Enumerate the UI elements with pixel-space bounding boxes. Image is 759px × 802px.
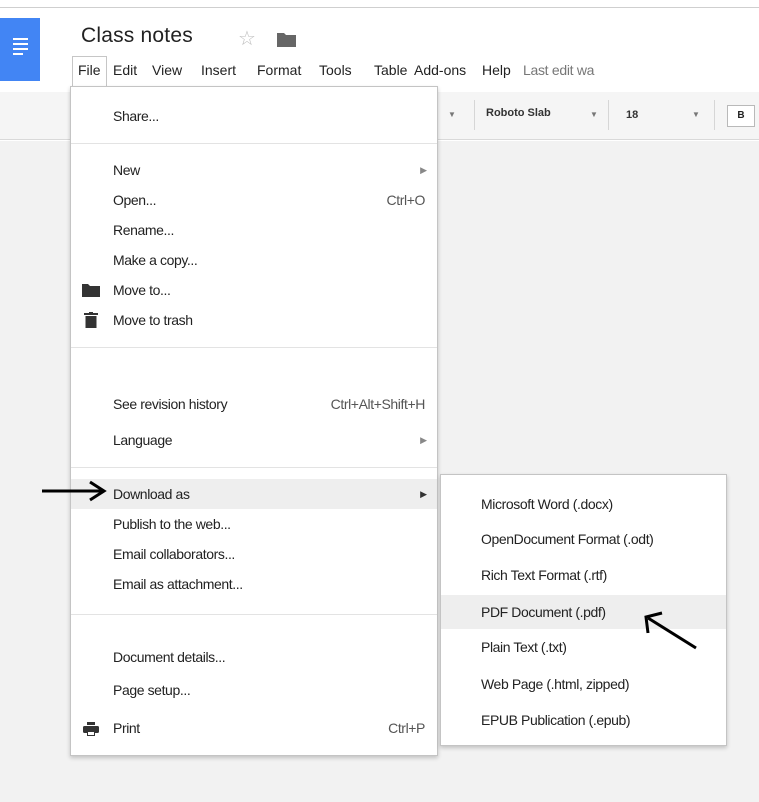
menu-help[interactable]: Help bbox=[477, 56, 516, 84]
submenu-arrow-icon: ▶ bbox=[420, 165, 427, 175]
chevron-down-icon[interactable]: ▼ bbox=[692, 110, 700, 119]
folder-icon[interactable] bbox=[277, 32, 296, 47]
toolbar-divider bbox=[474, 100, 475, 130]
file-menu-email-collaborators[interactable]: Email collaborators... bbox=[71, 539, 437, 569]
annotation-arrow-right-icon bbox=[42, 480, 107, 502]
menu-divider bbox=[71, 614, 437, 615]
download-odt[interactable]: OpenDocument Format (.odt) bbox=[441, 522, 726, 556]
download-docx[interactable]: Microsoft Word (.docx) bbox=[441, 487, 726, 521]
file-menu-move-to-trash[interactable]: Move to trash bbox=[71, 305, 437, 335]
file-menu-move-to[interactable]: Move to... bbox=[71, 275, 437, 305]
file-menu-download-as[interactable]: Download as ▶ bbox=[71, 479, 437, 509]
menu-divider bbox=[71, 347, 437, 348]
menu-file[interactable]: File bbox=[72, 56, 107, 86]
menu-table[interactable]: Table bbox=[369, 56, 412, 84]
file-menu-print[interactable]: Print Ctrl+P bbox=[71, 713, 437, 743]
menu-tools[interactable]: Tools bbox=[314, 56, 357, 84]
font-size-select[interactable]: 18 bbox=[626, 109, 638, 121]
download-html[interactable]: Web Page (.html, zipped) bbox=[441, 667, 726, 701]
document-title[interactable]: Class notes bbox=[81, 24, 193, 48]
file-menu-page-setup[interactable]: Page setup... bbox=[71, 675, 437, 705]
last-edit-status[interactable]: Last edit wa bbox=[518, 56, 599, 84]
bold-button[interactable]: B bbox=[727, 105, 755, 127]
file-menu-new[interactable]: New ▶ bbox=[71, 155, 437, 185]
file-menu-language[interactable]: Language ▶ bbox=[71, 425, 437, 455]
chevron-down-icon[interactable]: ▼ bbox=[448, 110, 456, 119]
docs-header: Class notes ☆ File Edit View Insert Form… bbox=[0, 8, 759, 92]
download-epub[interactable]: EPUB Publication (.epub) bbox=[441, 703, 726, 737]
file-menu-share[interactable]: Share... bbox=[71, 101, 437, 131]
annotation-arrow-up-left-icon bbox=[644, 611, 697, 650]
file-menu-document-details[interactable]: Document details... bbox=[71, 642, 437, 672]
trash-icon bbox=[84, 312, 98, 328]
submenu-arrow-icon: ▶ bbox=[420, 435, 427, 445]
folder-icon bbox=[82, 284, 100, 297]
menu-view[interactable]: View bbox=[147, 56, 187, 84]
file-menu-publish[interactable]: Publish to the web... bbox=[71, 509, 437, 539]
toolbar-divider bbox=[714, 100, 715, 130]
file-menu-rename[interactable]: Rename... bbox=[71, 215, 437, 245]
menu-format[interactable]: Format bbox=[252, 56, 306, 84]
menu-divider bbox=[71, 467, 437, 468]
submenu-arrow-icon: ▶ bbox=[420, 489, 427, 499]
print-icon bbox=[83, 722, 99, 736]
file-menu: Share... New ▶ Open... Ctrl+O Rename... … bbox=[70, 86, 438, 756]
file-menu-open[interactable]: Open... Ctrl+O bbox=[71, 185, 437, 215]
menu-insert[interactable]: Insert bbox=[196, 56, 241, 84]
menu-add-ons[interactable]: Add-ons bbox=[409, 56, 471, 84]
file-menu-make-copy[interactable]: Make a copy... bbox=[71, 245, 437, 275]
toolbar-divider bbox=[608, 100, 609, 130]
file-menu-email-attachment[interactable]: Email as attachment... bbox=[71, 569, 437, 599]
docs-logo-icon[interactable] bbox=[0, 18, 40, 81]
download-rtf[interactable]: Rich Text Format (.rtf) bbox=[441, 558, 726, 592]
menu-edit[interactable]: Edit bbox=[108, 56, 142, 84]
font-family-select[interactable]: Roboto Slab bbox=[486, 107, 551, 119]
chevron-down-icon[interactable]: ▼ bbox=[590, 110, 598, 119]
window-top-edge bbox=[0, 0, 759, 8]
menu-divider bbox=[71, 143, 437, 144]
file-menu-revision-history[interactable]: See revision history Ctrl+Alt+Shift+H bbox=[71, 389, 437, 419]
star-icon[interactable]: ☆ bbox=[238, 26, 256, 51]
